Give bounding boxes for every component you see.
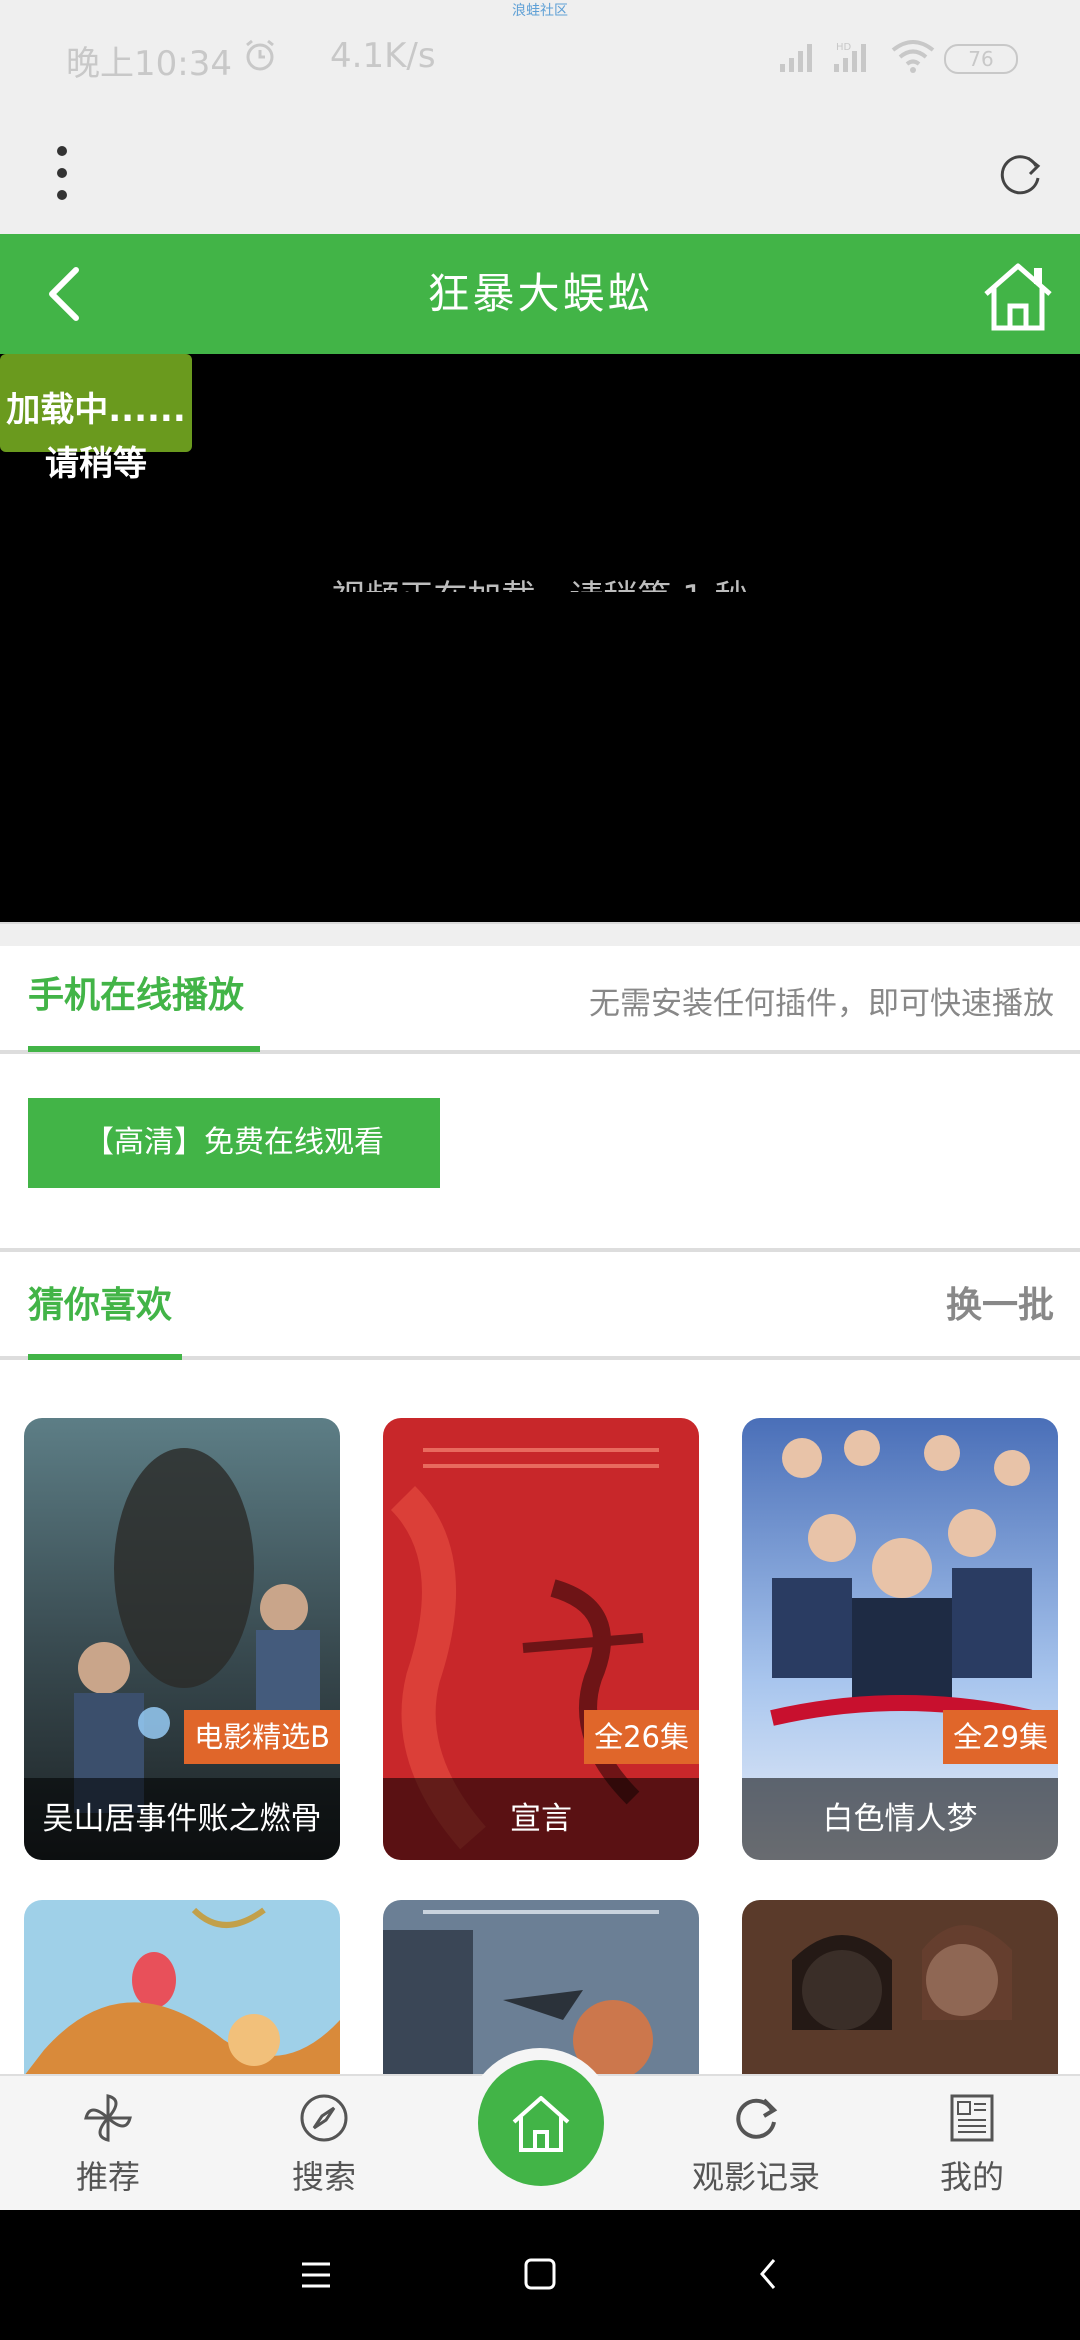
movie-card[interactable]: 全29集 白色情人梦	[742, 1418, 1058, 1860]
loading-wait-text: 请稍等	[45, 444, 147, 484]
battery-indicator: 76	[944, 44, 1018, 74]
movie-card[interactable]: 电影精选B 吴山居事件账之燃骨	[24, 1418, 340, 1860]
loading-text: 加载中......	[6, 390, 186, 430]
menu-icon[interactable]	[298, 2258, 334, 2292]
signal-icon	[780, 44, 812, 72]
movie-title: 白色情人梦	[742, 1778, 1058, 1860]
section-title-underline	[28, 1046, 260, 1052]
wifi-icon	[891, 40, 935, 73]
svg-text:HD: HD	[836, 42, 852, 53]
movie-title: 宣言	[383, 1778, 699, 1860]
nav-item-history[interactable]: 观影记录	[676, 2090, 836, 2198]
online-play-subtitle: 无需安装任何插件，即可快速播放	[589, 986, 1054, 1022]
nav-item-home[interactable]	[478, 2060, 604, 2186]
newspaper-icon	[950, 2094, 994, 2142]
alarm-icon	[246, 39, 274, 71]
back-arrow-icon[interactable]	[30, 254, 110, 334]
home-icon[interactable]	[980, 258, 1056, 334]
movie-poster-image	[742, 1900, 1058, 2076]
pinwheel-icon	[84, 2094, 132, 2142]
status-top-label: 浪蛙社区	[512, 3, 568, 19]
section-divider	[0, 922, 1080, 946]
online-play-title: 手机在线播放	[28, 975, 245, 1016]
movie-card[interactable]	[742, 1900, 1058, 2076]
refresh-icon	[736, 2098, 778, 2139]
watch-online-button[interactable]: 【高清】免费在线观看	[28, 1098, 440, 1188]
video-loading-message: 视频正在加载，请稍等 1 秒	[240, 570, 840, 592]
movie-card[interactable]: 全26集 宣言	[383, 1418, 699, 1860]
home-icon	[512, 2096, 570, 2152]
back-icon[interactable]	[754, 2256, 782, 2292]
nav-item-recommend[interactable]: 推荐	[28, 2090, 188, 2198]
section-divider	[0, 1248, 1080, 1252]
movie-badge: 全26集	[584, 1710, 699, 1764]
section-title-underline	[28, 1354, 182, 1360]
movie-badge: 全29集	[943, 1710, 1058, 1764]
movie-badge: 电影精选B	[184, 1710, 340, 1764]
nav-item-mine[interactable]: 我的	[892, 2090, 1052, 2198]
home-square-icon[interactable]	[522, 2256, 558, 2292]
nav-label: 观影记录	[691, 2158, 820, 2196]
compass-icon	[300, 2094, 348, 2142]
page-title: 狂暴大蜈蚣	[427, 269, 653, 318]
recommend-title: 猜你喜欢	[28, 1285, 173, 1326]
nav-label: 推荐	[75, 2158, 140, 2196]
signal-hd-icon: HD	[834, 42, 866, 72]
nav-label: 搜索	[291, 2158, 356, 2196]
movie-title: 吴山居事件账之燃骨	[24, 1778, 340, 1860]
movie-card[interactable]	[24, 1900, 340, 2076]
browser-toolbar	[0, 118, 1080, 234]
video-loading-message-clip: 视频正在加载，请稍等 1 秒	[240, 570, 840, 592]
reload-icon[interactable]	[992, 146, 1048, 202]
more-menu-icon[interactable]	[52, 145, 72, 201]
status-net-speed: 4.1K/s	[330, 36, 436, 76]
nav-item-search[interactable]: 搜索	[244, 2090, 404, 2198]
nav-label: 我的	[939, 2158, 1004, 2196]
status-time: 晚上10:34	[66, 44, 232, 84]
refresh-batch-button[interactable]: 换一批	[946, 1276, 1054, 1328]
movie-poster-image	[24, 1900, 340, 2076]
